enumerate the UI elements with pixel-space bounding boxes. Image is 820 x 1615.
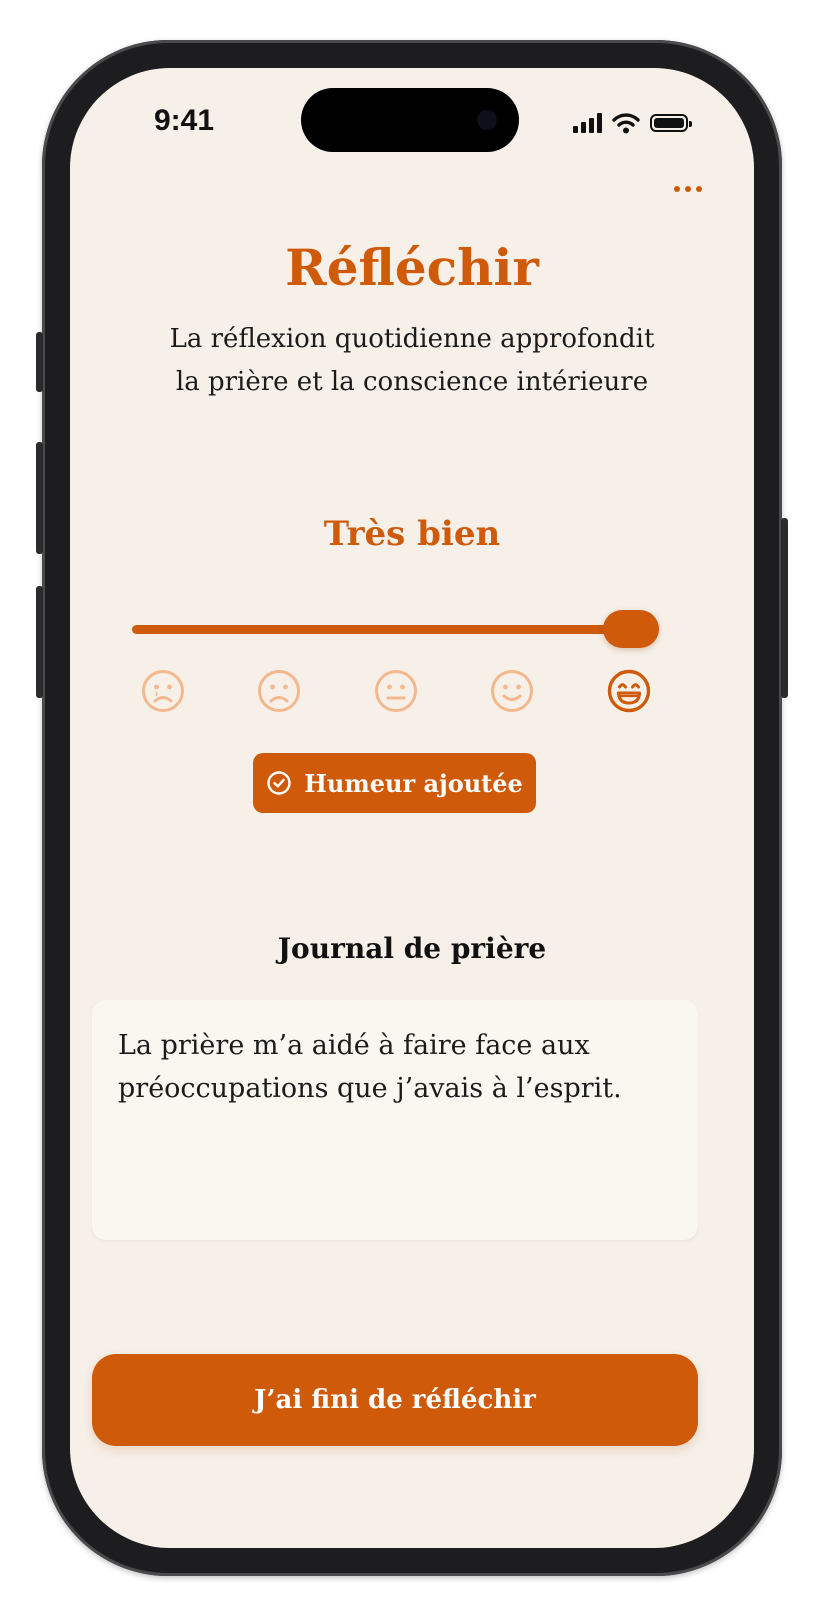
- more-options-button[interactable]: [668, 180, 708, 198]
- page-title: Réfléchir: [285, 238, 539, 297]
- volume-up-button: [36, 442, 43, 554]
- cellular-signal-icon: [573, 113, 602, 133]
- smiling-face-icon: [491, 670, 533, 712]
- mood-option-4[interactable]: [489, 668, 535, 714]
- mood-option-3[interactable]: [373, 668, 419, 714]
- subtitle-line: La réflexion quotidienne approfondit: [169, 324, 655, 354]
- volume-down-button: [36, 586, 43, 698]
- dynamic-island: [301, 88, 519, 152]
- mood-slider[interactable]: [132, 610, 659, 648]
- mood-faces: [140, 668, 652, 718]
- frowning-face-icon: [258, 670, 300, 712]
- tearful-face-icon: [142, 670, 184, 712]
- action-button: [36, 332, 43, 392]
- neutral-face-icon: [375, 670, 417, 712]
- battery-icon: [650, 114, 692, 132]
- mood-option-1[interactable]: [140, 668, 186, 714]
- mood-label: Très bien: [323, 514, 501, 554]
- power-button: [781, 518, 788, 698]
- app-screen: 9:41 Réfléchir La réflexion quotidienne …: [70, 68, 754, 1548]
- mood-added-badge: Humeur ajoutée: [253, 753, 536, 813]
- slider-fill: [132, 625, 659, 634]
- check-circle-icon: [267, 771, 291, 795]
- more-horizontal-icon: [674, 186, 680, 192]
- mood-option-2[interactable]: [256, 668, 302, 714]
- mood-option-5[interactable]: [606, 668, 652, 714]
- page-subtitle: La réflexion quotidienne approfondit la …: [130, 318, 694, 404]
- slider-thumb[interactable]: [603, 610, 659, 648]
- status-time: 9:41: [154, 104, 215, 137]
- mood-added-label: Humeur ajoutée: [304, 768, 523, 798]
- finish-reflection-label: J’ai fini de réfléchir: [254, 1385, 536, 1415]
- grinning-face-icon: [607, 669, 651, 713]
- subtitle-line: la prière et la conscience intérieure: [175, 367, 649, 397]
- front-camera: [477, 110, 497, 130]
- wifi-icon: [612, 113, 640, 134]
- journal-text-area[interactable]: La prière m’a aidé à faire face aux préo…: [92, 1000, 698, 1240]
- status-icons: [573, 112, 692, 134]
- finish-reflection-button[interactable]: J’ai fini de réfléchir: [92, 1354, 698, 1446]
- journal-title: Journal de prière: [277, 932, 547, 965]
- journal-text: La prière m’a aidé à faire face aux préo…: [118, 1030, 622, 1104]
